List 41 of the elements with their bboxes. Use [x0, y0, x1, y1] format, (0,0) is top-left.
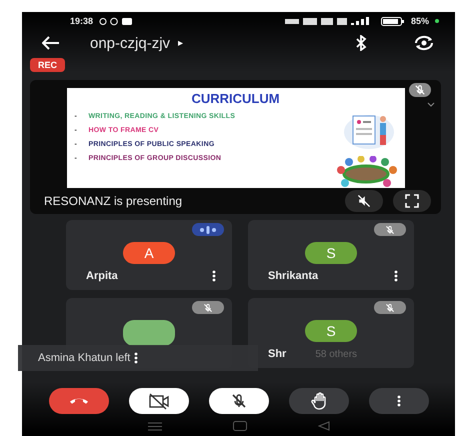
camera-off-icon	[148, 392, 170, 410]
presenter-caption: RESONANZ is presenting	[44, 194, 184, 208]
fullscreen-button[interactable]	[393, 190, 431, 212]
camera-off-button[interactable]	[128, 388, 188, 414]
chevron-icon	[427, 102, 435, 107]
bluetooth-icon[interactable]	[355, 35, 367, 51]
back-icon[interactable]	[318, 421, 330, 431]
caret-icon[interactable]: ▸	[178, 37, 184, 49]
status-time: 19:38	[70, 16, 94, 26]
more-options-icon[interactable]	[134, 352, 138, 364]
mute-presentation-button[interactable]	[345, 190, 383, 212]
battery-percent: 85%	[410, 16, 429, 26]
end-call-button[interactable]	[48, 388, 108, 414]
avatar: A	[123, 242, 175, 264]
meeting-code[interactable]: onp-czjq-zjv	[90, 34, 170, 52]
more-options-icon[interactable]	[212, 270, 216, 282]
slide-title: CURRICULUM	[190, 91, 281, 106]
phone-handset-icon	[70, 398, 88, 404]
back-arrow-icon[interactable]	[42, 36, 60, 50]
toast-message: Asmina Khatun left	[38, 352, 130, 364]
battery-icon	[380, 16, 405, 26]
mic-off-button[interactable]	[208, 388, 268, 414]
charging-dot	[435, 19, 439, 23]
hand-icon	[310, 392, 328, 410]
recording-badge: REC	[30, 58, 66, 72]
others-count: 58 others	[315, 348, 358, 360]
menu-icon[interactable]	[148, 422, 162, 430]
raise-hand-button[interactable]	[288, 388, 348, 414]
fullscreen-icon	[405, 194, 419, 208]
notification-icons	[99, 16, 134, 26]
avatar: S	[305, 320, 357, 342]
participant-name: Shr	[268, 348, 288, 360]
participant-name: Arpita	[86, 270, 119, 282]
home-icon[interactable]	[232, 421, 246, 431]
participant-name: Shrikanta	[268, 270, 320, 282]
photo-placeholder	[123, 320, 175, 346]
avatar: S	[305, 242, 357, 264]
switch-camera-icon[interactable]	[413, 35, 435, 51]
speaker-muted-icon	[356, 193, 372, 209]
more-options-icon	[396, 395, 400, 407]
more-options-icon[interactable]	[394, 270, 398, 282]
